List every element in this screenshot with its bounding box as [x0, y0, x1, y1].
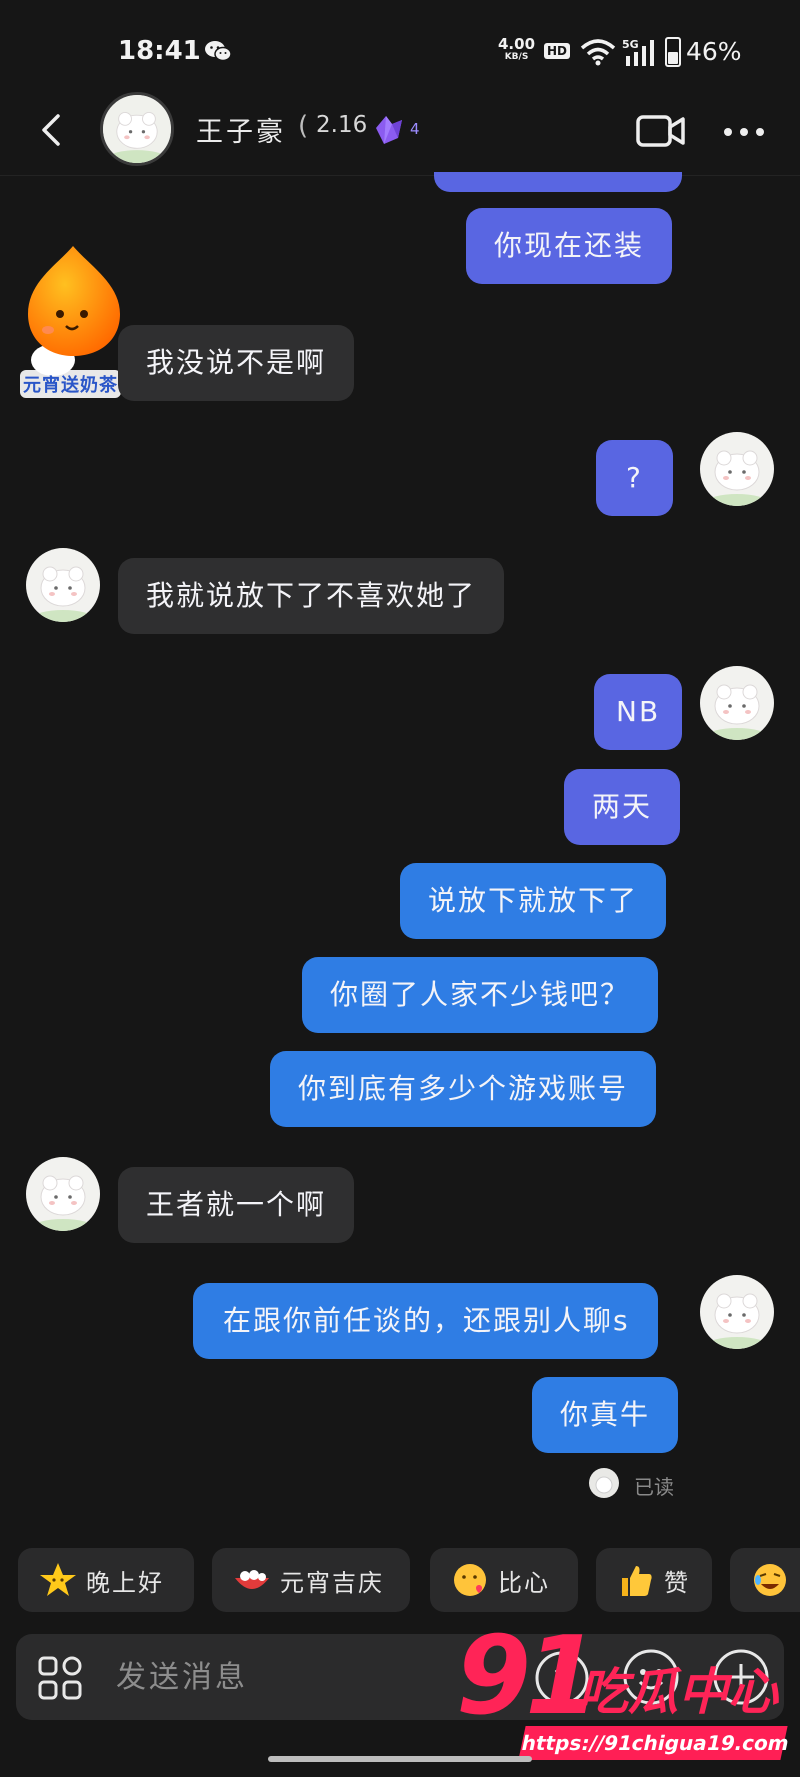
quick-reply-chip[interactable]: [730, 1548, 800, 1612]
network-type-label: 5G: [622, 38, 639, 51]
message-bubble-outgoing[interactable]: 你真牛: [532, 1377, 679, 1453]
signal-icon: 5G: [622, 38, 654, 66]
watermark-url: https://91chigua19.com: [518, 1726, 791, 1760]
yuanxiao-bowl-icon: [235, 1570, 269, 1589]
battery-level: 46%: [686, 37, 742, 66]
quick-reply-chip[interactable]: 赞: [596, 1548, 712, 1612]
message-bubble-outgoing[interactable]: 你到底有多少个游戏账号: [270, 1051, 657, 1127]
my-avatar[interactable]: [700, 432, 774, 506]
home-indicator[interactable]: [268, 1756, 532, 1762]
watermark-text: 吃瓜中心: [578, 1663, 778, 1721]
thumbs-up-icon: [622, 1566, 652, 1596]
message-text: 我就说放下了不喜欢她了: [146, 579, 477, 612]
hd-badge: HD: [544, 43, 571, 59]
wechat-icon: [205, 41, 232, 62]
battery-icon: [665, 37, 681, 67]
video-call-icon[interactable]: [636, 114, 686, 148]
message-bubble-outgoing[interactable]: 说放下就放下了: [400, 863, 667, 939]
watermark-number: 91: [456, 1614, 600, 1739]
chip-label: 赞: [664, 1568, 690, 1597]
status-bar: 18:41 4.00 KB/S HD 5G 46%: [0, 0, 800, 90]
message-bubble-outgoing[interactable]: NB: [594, 674, 683, 750]
contact-avatar-small[interactable]: [26, 1157, 100, 1231]
message-bubble-outgoing[interactable]: 你现在还装: [466, 208, 673, 284]
contact-avatar-small[interactable]: [26, 548, 100, 622]
message-bubble-outgoing[interactable]: ?: [596, 440, 673, 516]
sticker-label: 元宵送奶茶: [20, 370, 121, 398]
sticker-avatar[interactable]: [18, 242, 128, 376]
contact-name[interactable]: 王子豪: [196, 110, 286, 149]
message-bubble-outgoing[interactable]: 你圈了人家不少钱吧？: [302, 957, 659, 1033]
read-status: 已读: [634, 1475, 674, 1499]
wifi-icon: [580, 39, 616, 66]
message-text: 王者就一个啊: [146, 1188, 327, 1221]
network-speed: 4.00 KB/S: [498, 37, 535, 64]
chip-label: 元宵吉庆: [280, 1568, 384, 1597]
message-text: ?: [626, 461, 643, 494]
star-emoji-icon: [40, 1563, 76, 1596]
heart-hands-emoji-icon: [454, 1564, 486, 1596]
message-input[interactable]: [116, 1648, 496, 1706]
laughing-emoji-icon: [754, 1564, 786, 1596]
chat-header: 王子豪 ( 2.16 4: [0, 90, 800, 176]
message-text: NB: [616, 695, 661, 728]
message-bubble-incoming[interactable]: 王者就一个啊: [118, 1167, 355, 1243]
crystal-icon: [376, 116, 402, 144]
status-time: 18:41: [118, 36, 201, 66]
watermark: 91 吃瓜中心 https://91chigua19.com: [452, 1622, 792, 1764]
back-icon[interactable]: [32, 110, 72, 150]
message-text: 说放下就放下了: [428, 884, 639, 917]
message-bubble-incoming[interactable]: 我没说不是啊: [118, 325, 355, 401]
message-text: 你真牛: [560, 1398, 651, 1431]
quick-reply-chip[interactable]: 比心: [430, 1548, 578, 1612]
chip-label: 晚上好: [86, 1568, 164, 1597]
message-bubble-outgoing[interactable]: 两天: [564, 769, 681, 845]
quick-reply-chip[interactable]: 晚上好: [18, 1548, 194, 1612]
chip-label: 比心: [498, 1568, 550, 1597]
message-bubble-incoming[interactable]: 我就说放下了不喜欢她了: [118, 558, 505, 634]
header-level: 4: [410, 120, 420, 138]
message-text: 两天: [592, 790, 653, 823]
apps-grid-icon[interactable]: [36, 1654, 84, 1702]
message-text: 你到底有多少个游戏账号: [298, 1072, 629, 1105]
message-text: 我没说不是啊: [146, 346, 327, 379]
quick-reply-chip[interactable]: 元宵吉庆: [212, 1548, 410, 1612]
my-avatar[interactable]: [700, 1275, 774, 1349]
read-avatar-icon: [589, 1468, 619, 1498]
message-text: 在跟你前任谈的，还跟别人聊s: [223, 1304, 630, 1337]
message-bubble-partial: [434, 172, 682, 192]
header-paren: (: [298, 111, 309, 141]
contact-avatar[interactable]: [100, 92, 174, 166]
more-icon[interactable]: [722, 126, 766, 138]
header-score: 2.16: [316, 112, 368, 138]
message-text: 你圈了人家不少钱吧？: [330, 978, 631, 1011]
message-text: 你现在还装: [494, 229, 645, 262]
my-avatar[interactable]: [700, 666, 774, 740]
message-bubble-outgoing[interactable]: 在跟你前任谈的，还跟别人聊s: [193, 1283, 658, 1359]
